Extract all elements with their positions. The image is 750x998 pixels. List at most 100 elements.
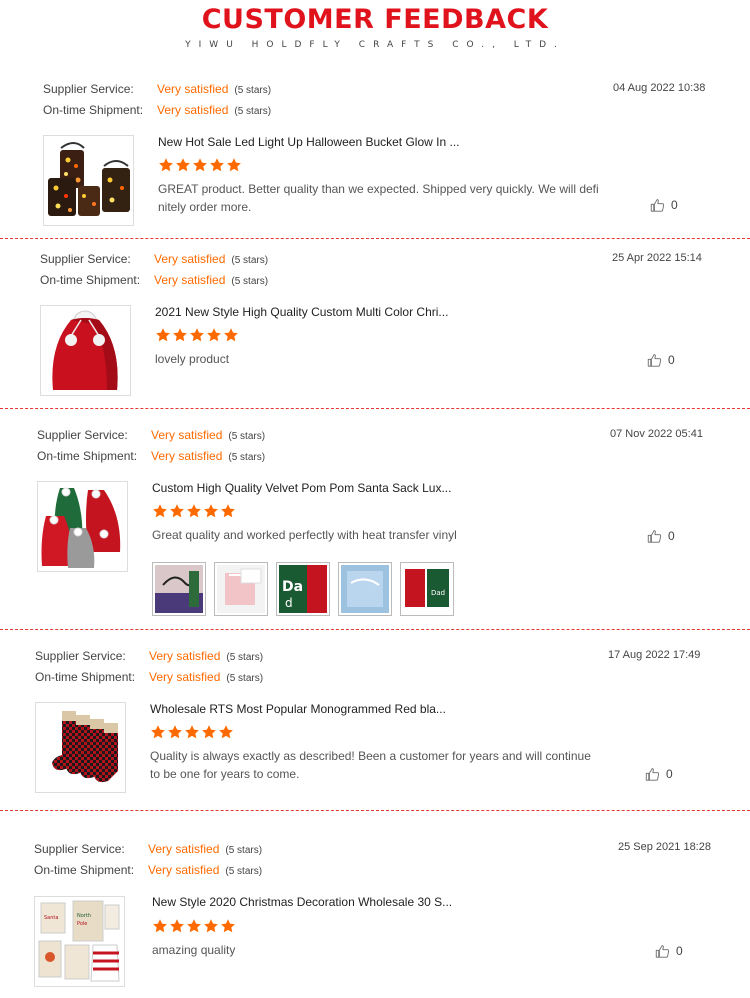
review-photo[interactable] <box>152 562 206 616</box>
ontime-shipment-stars: (5 stars) <box>231 276 269 287</box>
ontime-shipment-value: Very satisfied <box>148 863 220 877</box>
star-icon <box>172 327 188 343</box>
star-icon <box>167 724 183 740</box>
product-title[interactable]: New Hot Sale Led Light Up Halloween Buck… <box>158 135 460 149</box>
star-icon <box>152 918 168 934</box>
svg-text:Dad: Dad <box>431 589 445 597</box>
svg-text:Pole: Pole <box>77 921 87 927</box>
review-card: Supplier Service: Very satisfied (5 stars)… <box>0 811 750 998</box>
supplier-service-label: Supplier Service: <box>43 82 134 96</box>
review-comment: amazing quality <box>152 943 236 957</box>
christmas-bags-image[interactable]: Santa North Pole <box>34 896 125 987</box>
supplier-service-label: Supplier Service: <box>35 649 126 663</box>
like-button[interactable]: 0 <box>650 197 678 213</box>
product-title[interactable]: Custom High Quality Velvet Pom Pom Santa… <box>152 481 451 495</box>
review-card: Supplier Service: Very satisfied (5 stars)… <box>0 239 750 409</box>
like-count: 0 <box>671 198 678 212</box>
thumbs-up-icon <box>647 353 662 368</box>
ontime-shipment-stars: (5 stars) <box>225 866 263 877</box>
svg-text:North: North <box>77 913 91 919</box>
supplier-service-value: Very satisfied <box>154 252 226 266</box>
thumbs-up-icon <box>655 944 670 959</box>
like-count: 0 <box>668 353 675 367</box>
rating-stars <box>155 327 240 343</box>
product-title[interactable]: 2021 New Style High Quality Custom Multi… <box>155 305 448 319</box>
review-date: 17 Aug 2022 17:49 <box>608 649 701 661</box>
star-icon <box>186 918 202 934</box>
review-comment: Quality is always exactly as described! … <box>150 749 591 781</box>
star-icon <box>175 157 191 173</box>
star-icon <box>203 918 219 934</box>
rating-stars <box>150 724 235 740</box>
star-icon <box>189 327 205 343</box>
supplier-service-label: Supplier Service: <box>37 428 128 442</box>
review-card: Supplier Service: Very satisfied (5 stars)… <box>0 630 750 810</box>
product-title[interactable]: Wholesale RTS Most Popular Monogrammed R… <box>150 702 446 716</box>
supplier-service-value: Very satisfied <box>151 428 223 442</box>
supplier-service-stars: (5 stars) <box>225 845 263 856</box>
star-icon <box>226 157 242 173</box>
star-icon <box>158 157 174 173</box>
supplier-service-value: Very satisfied <box>149 649 221 663</box>
supplier-service-stars: (5 stars) <box>231 255 269 266</box>
review-photo[interactable] <box>338 562 392 616</box>
supplier-service-stars: (5 stars) <box>228 431 266 442</box>
supplier-service-row: Supplier Service: Very satisfied (5 stars) <box>35 648 263 664</box>
review-card: Supplier Service: Very satisfied (5 stars)… <box>0 0 750 238</box>
supplier-service-stars: (5 stars) <box>226 652 264 663</box>
ontime-shipment-value: Very satisfied <box>151 449 223 463</box>
supplier-service-row: Supplier Service: Very satisfied (5 stars) <box>40 251 268 267</box>
supplier-service-stars: (5 stars) <box>234 85 272 96</box>
review-card: Supplier Service: Very satisfied (5 stars)… <box>0 409 750 629</box>
ontime-shipment-label: On-time Shipment: <box>40 273 141 287</box>
like-button[interactable]: 0 <box>645 766 673 782</box>
ontime-shipment-stars: (5 stars) <box>228 452 266 463</box>
star-icon <box>201 724 217 740</box>
review-date: 07 Nov 2022 05:41 <box>610 428 703 440</box>
svg-text:Da: Da <box>282 579 303 595</box>
star-icon <box>152 503 168 519</box>
review-date: 25 Sep 2021 18:28 <box>618 841 711 853</box>
review-photo[interactable]: Dad <box>400 562 454 616</box>
ontime-shipment-value: Very satisfied <box>157 103 229 117</box>
star-icon <box>220 918 236 934</box>
ontime-shipment-row: On-time Shipment: Very satisfied (5 stars) <box>34 862 262 878</box>
review-photo[interactable] <box>214 562 268 616</box>
like-count: 0 <box>668 529 675 543</box>
star-icon <box>150 724 166 740</box>
rating-stars <box>152 503 237 519</box>
ontime-shipment-row: On-time Shipment: Very satisfied (5 stars) <box>35 669 263 685</box>
ontime-shipment-row: On-time Shipment: Very satisfied (5 stars) <box>37 448 265 464</box>
like-button[interactable]: 0 <box>655 943 683 959</box>
halloween-bucket-image[interactable] <box>43 135 134 226</box>
star-icon <box>220 503 236 519</box>
red-santa-sack-image[interactable] <box>40 305 131 396</box>
svg-text:d: d <box>285 596 293 610</box>
supplier-service-row: Supplier Service: Very satisfied (5 stars) <box>37 427 265 443</box>
like-count: 0 <box>676 944 683 958</box>
like-button[interactable]: 0 <box>647 528 675 544</box>
ontime-shipment-value: Very satisfied <box>149 670 221 684</box>
thumbs-up-icon <box>650 198 665 213</box>
svg-text:Santa: Santa <box>44 915 58 921</box>
like-button[interactable]: 0 <box>647 352 675 368</box>
star-icon <box>206 327 222 343</box>
supplier-service-label: Supplier Service: <box>40 252 131 266</box>
review-photo-gallery: Da d Dad <box>152 562 454 616</box>
supplier-service-row: Supplier Service: Very satisfied (5 stars) <box>34 841 262 857</box>
rating-stars <box>152 918 237 934</box>
review-date: 04 Aug 2022 10:38 <box>613 82 706 94</box>
ontime-shipment-value: Very satisfied <box>154 273 226 287</box>
product-title[interactable]: New Style 2020 Christmas Decoration Whol… <box>152 895 452 909</box>
star-icon <box>223 327 239 343</box>
ontime-shipment-label: On-time Shipment: <box>34 863 135 877</box>
supplier-service-row: Supplier Service: Very satisfied (5 stars) <box>43 81 271 97</box>
review-photo[interactable]: Dad <box>276 562 330 616</box>
ontime-shipment-label: On-time Shipment: <box>43 103 144 117</box>
review-comment: lovely product <box>155 352 230 366</box>
supplier-service-label: Supplier Service: <box>34 842 125 856</box>
ontime-shipment-stars: (5 stars) <box>226 673 264 684</box>
ontime-shipment-label: On-time Shipment: <box>37 449 138 463</box>
plaid-stockings-image[interactable] <box>35 702 126 793</box>
velvet-sacks-image[interactable] <box>37 481 128 572</box>
